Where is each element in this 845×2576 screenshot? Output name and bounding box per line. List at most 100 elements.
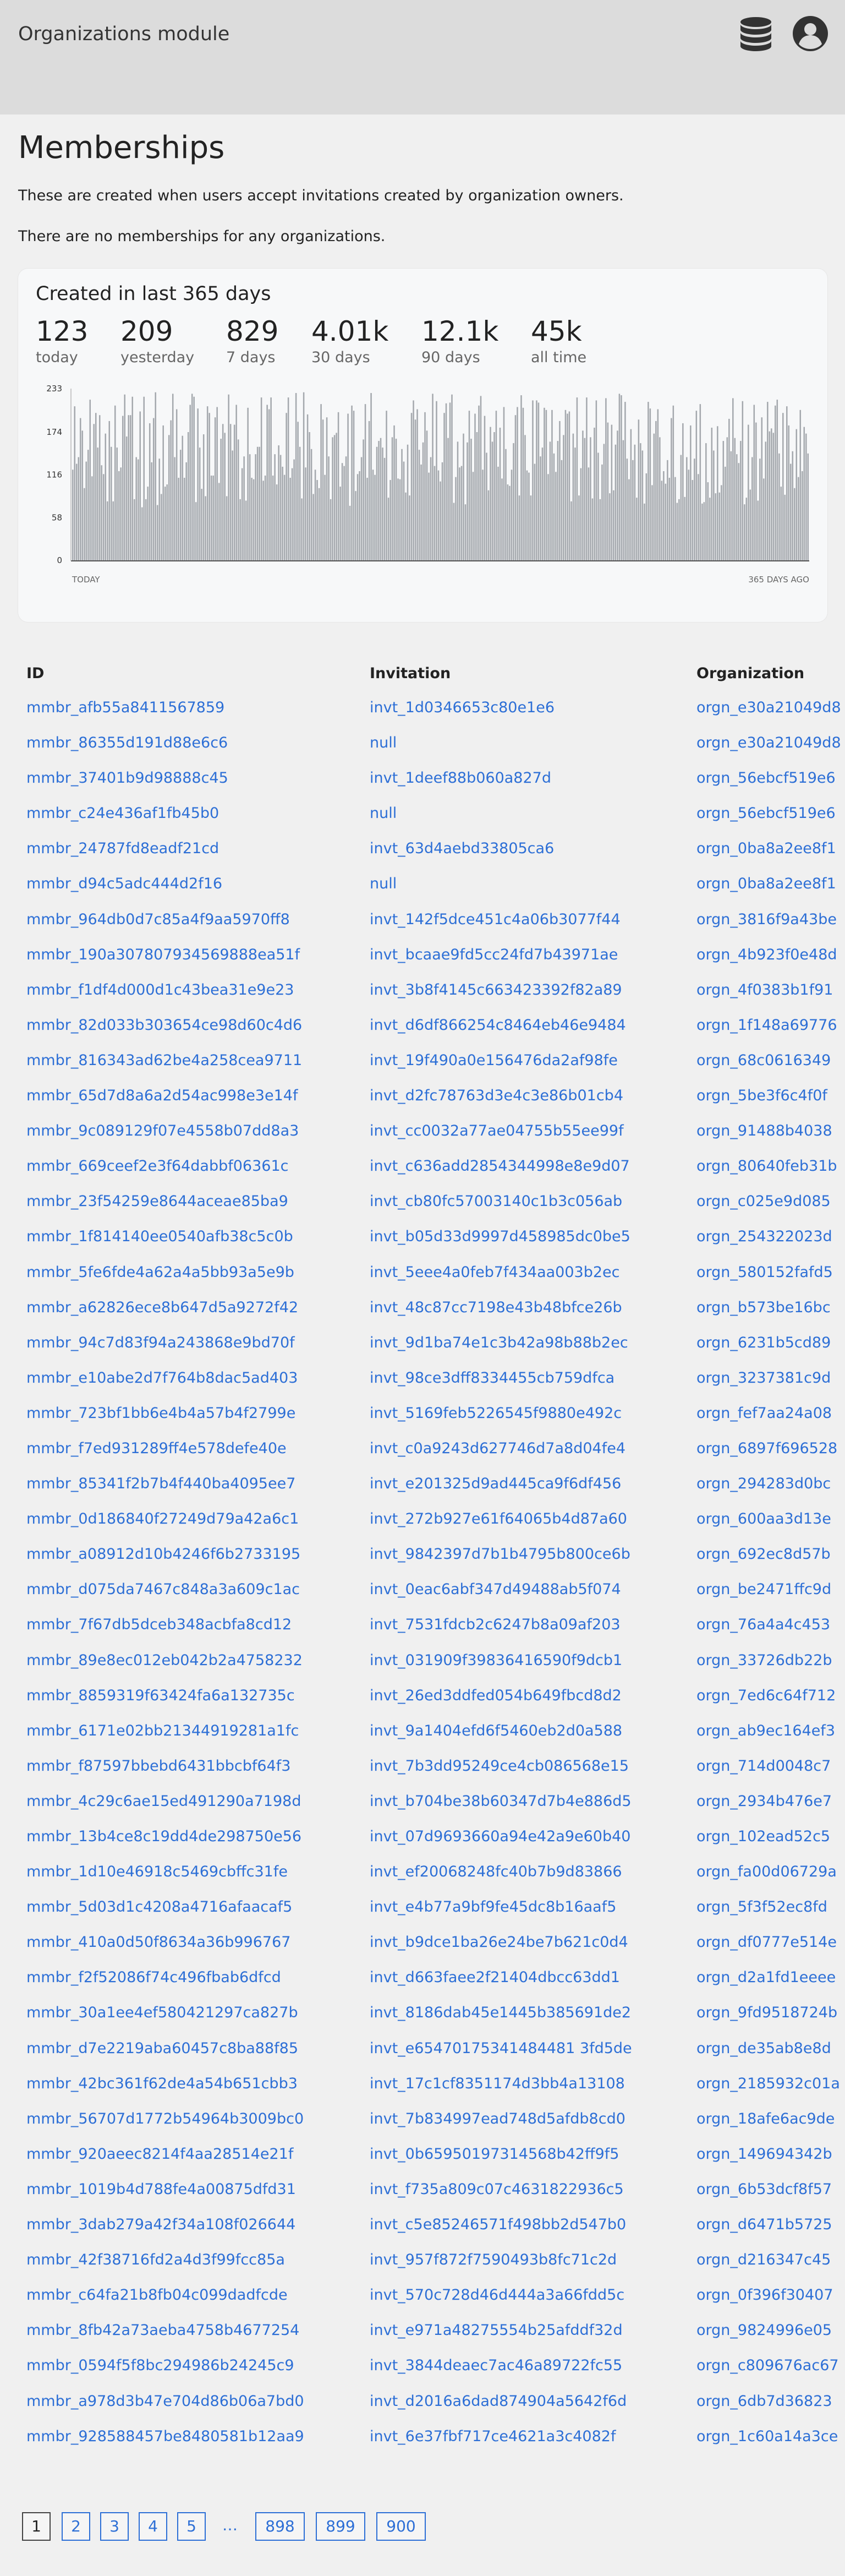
invitation-link[interactable]: invt_570c728d46d444a3a66fdd5c [370,2286,624,2304]
membership-id-link[interactable]: mmbr_410a0d50f8634a36b996767 [26,1934,290,1951]
membership-id-link[interactable]: mmbr_94c7d83f94a243868e9bd70f [26,1334,295,1351]
invitation-link[interactable]: invt_98ce3dff8334455cb759dfca [370,1369,614,1387]
page-button-900[interactable]: 900 [376,2512,426,2541]
organization-link[interactable]: orgn_de35ab8e8d [696,2040,845,2057]
invitation-link[interactable]: invt_3844deaec7ac46a89722fc55 [370,2357,622,2374]
membership-id-link[interactable]: mmbr_3dab279a42f34a108f026644 [26,2216,295,2233]
organization-link[interactable]: orgn_580152fafd5 [696,1264,845,1281]
membership-id-link[interactable]: mmbr_86355d191d88e6c6 [26,734,228,751]
membership-id-link[interactable]: mmbr_85341f2b7b4f440ba4095ee7 [26,1475,295,1492]
invitation-link[interactable]: invt_7531fdcb2c6247b8a09af203 [370,1616,621,1633]
membership-id-link[interactable]: mmbr_1f814140ee0540afb38c5c0b [26,1228,293,1245]
membership-id-link[interactable]: mmbr_d7e2219aba60457c8ba88f85 [26,2040,298,2057]
invitation-link[interactable]: invt_5169feb5226545f9880e492c [370,1405,622,1422]
membership-id-link[interactable]: mmbr_a978d3b47e704d86b06a7bd0 [26,2393,304,2410]
page-button-899[interactable]: 899 [316,2512,365,2541]
membership-id-link[interactable]: mmbr_afb55a8411567859 [26,699,224,716]
membership-id-link[interactable]: mmbr_190a307807934569888ea51f [26,946,300,963]
organization-link[interactable]: orgn_d6471b5725 [696,2216,845,2233]
invitation-link[interactable]: invt_26ed3ddfed054b649fbcd8d2 [370,1687,622,1704]
organization-link[interactable]: orgn_294283d0bc [696,1475,845,1492]
organization-link[interactable]: orgn_4b923f0e48d [696,946,845,963]
organization-link[interactable]: orgn_be2471ffc9d [696,1581,845,1598]
invitation-link[interactable]: invt_07d9693660a94e42a9e60b40 [370,1828,630,1845]
membership-id-link[interactable]: mmbr_964db0d7c85a4f9aa5970ff8 [26,911,290,928]
invitation-link[interactable]: invt_0b65950197314568b42ff9f5 [370,2146,619,2163]
invitation-link[interactable]: invt_8186dab45e1445b385691de2 [370,2004,631,2021]
invitation-link[interactable]: invt_19f490a0e156476da2af98fe [370,1052,618,1069]
invitation-link[interactable]: invt_b9dce1ba26e24be7b621c0d4 [370,1934,628,1951]
membership-id-link[interactable]: mmbr_30a1ee4ef580421297ca827b [26,2004,298,2021]
membership-id-link[interactable]: mmbr_723bf1bb6e4b4a57b4f2799e [26,1405,295,1422]
column-header-invitation[interactable]: Invitation [370,665,451,682]
invitation-link[interactable]: null [370,875,397,892]
invitation-link[interactable]: invt_031909f39836416590f9dcb1 [370,1652,622,1669]
invitation-link[interactable]: invt_9842397d7b1b4795b800ce6b [370,1546,630,1563]
page-button-2[interactable]: 2 [62,2512,90,2541]
invitation-link[interactable]: invt_e201325d9ad445ca9f6df456 [370,1475,621,1492]
organization-link[interactable]: orgn_0ba8a2ee8f1 [696,875,845,892]
organization-link[interactable]: orgn_e30a21049d8 [696,734,845,751]
membership-id-link[interactable]: mmbr_d94c5adc444d2f16 [26,875,222,892]
page-button-5[interactable]: 5 [177,2512,206,2541]
organization-link[interactable]: orgn_692ec8d57b [696,1546,845,1563]
membership-id-link[interactable]: mmbr_7f67db5dceb348acbfa8cd12 [26,1616,292,1633]
page-button-4[interactable]: 4 [139,2512,167,2541]
organization-link[interactable]: orgn_2934b476e7 [696,1793,845,1810]
membership-id-link[interactable]: mmbr_f7ed931289ff4e578defe40e [26,1440,287,1457]
membership-id-link[interactable]: mmbr_8859319f63424fa6a132735c [26,1687,295,1704]
invitation-link[interactable]: invt_63d4aebd33805ca6 [370,840,554,857]
membership-id-link[interactable]: mmbr_0594f5f8bc294986b24245c9 [26,2357,294,2374]
invitation-link[interactable]: invt_e65470175341484481 3fd5de [370,2040,632,2057]
invitation-link[interactable]: invt_17c1cf8351174d3bb4a13108 [370,2075,625,2092]
membership-id-link[interactable]: mmbr_42f38716fd2a4d3f99fcc85a [26,2251,285,2268]
invitation-link[interactable]: null [370,734,397,751]
organization-link[interactable]: orgn_149694342b [696,2146,845,2163]
organization-link[interactable]: orgn_56ebcf519e6 [696,769,845,787]
membership-id-link[interactable]: mmbr_e10abe2d7f764b8dac5ad403 [26,1369,298,1387]
organization-link[interactable]: orgn_714d0048c7 [696,1758,845,1775]
organization-link[interactable]: orgn_18afe6ac9de [696,2110,845,2127]
invitation-link[interactable]: invt_9d1ba74e1c3b42a98b88b2ec [370,1334,628,1351]
membership-id-link[interactable]: mmbr_f87597bbebd6431bbcbf64f3 [26,1758,290,1775]
membership-id-link[interactable]: mmbr_c64fa21b8fb04c099dadfcde [26,2286,288,2304]
invitation-link[interactable]: null [370,805,397,822]
invitation-link[interactable]: invt_e4b77a9bf9fe45dc8b16aaf5 [370,1898,616,1915]
organization-link[interactable]: orgn_1c60a14a3ce [696,2428,845,2445]
membership-id-link[interactable]: mmbr_920aeec8214f4aa28514e21f [26,2146,293,2163]
organization-link[interactable]: orgn_df0777e514e [696,1934,845,1951]
invitation-link[interactable]: invt_1d0346653c80e1e6 [370,699,555,716]
organization-link[interactable]: orgn_6db7d36823 [696,2393,845,2410]
invitation-link[interactable]: invt_d2fc78763d3e4c3e86b01cb4 [370,1087,623,1104]
invitation-link[interactable]: invt_b704be38b60347d7b4e886d5 [370,1793,632,1810]
invitation-link[interactable]: invt_f735a809c07c4631822936c5 [370,2181,624,2198]
organization-link[interactable]: orgn_d2a1fd1eeee [696,1969,845,1986]
membership-id-link[interactable]: mmbr_82d033b303654ce98d60c4d6 [26,1017,302,1034]
membership-id-link[interactable]: mmbr_9c089129f07e4558b07dd8a3 [26,1122,299,1139]
organization-link[interactable]: orgn_2185932c01a [696,2075,845,2092]
organization-link[interactable]: orgn_5be3f6c4f0f [696,1087,845,1104]
membership-id-link[interactable]: mmbr_8fb42a73aeba4758b4677254 [26,2322,299,2339]
membership-id-link[interactable]: mmbr_a62826ece8b647d5a9272f42 [26,1299,298,1316]
membership-id-link[interactable]: mmbr_f2f52086f74c496fbab6dfcd [26,1969,281,1986]
organization-link[interactable]: orgn_91488b4038 [696,1122,845,1139]
invitation-link[interactable]: invt_142f5dce451c4a06b3077f44 [370,911,621,928]
membership-id-link[interactable]: mmbr_42bc361f62de4a54b651cbb3 [26,2075,298,2092]
invitation-link[interactable]: invt_3b8f4145c663423392f82a89 [370,981,622,998]
membership-id-link[interactable]: mmbr_89e8ec012eb042b2a4758232 [26,1652,303,1669]
membership-id-link[interactable]: mmbr_d075da7467c848a3a609c1ac [26,1581,300,1598]
organization-link[interactable]: orgn_9fd9518724b [696,2004,845,2021]
membership-id-link[interactable]: mmbr_37401b9d98888c45 [26,769,228,787]
organization-link[interactable]: orgn_3237381c9d [696,1369,845,1387]
organization-link[interactable]: orgn_102ead52c5 [696,1828,845,1845]
column-header-id[interactable]: ID [26,665,44,682]
organization-link[interactable]: orgn_76a4a4c453 [696,1616,845,1633]
organization-link[interactable]: orgn_1f148a69776 [696,1017,845,1034]
invitation-link[interactable]: invt_7b3dd95249ce4cb086568e15 [370,1758,629,1775]
organization-link[interactable]: orgn_6231b5cd89 [696,1334,845,1351]
membership-id-link[interactable]: mmbr_5fe6fde4a62a4a5bb93a5e9b [26,1264,294,1281]
organization-link[interactable]: orgn_9824996e05 [696,2322,845,2339]
invitation-link[interactable]: invt_b05d33d9997d458985dc0be5 [370,1228,630,1245]
membership-id-link[interactable]: mmbr_6171e02bb21344919281a1fc [26,1722,299,1739]
organization-link[interactable]: orgn_d216347c45 [696,2251,845,2268]
